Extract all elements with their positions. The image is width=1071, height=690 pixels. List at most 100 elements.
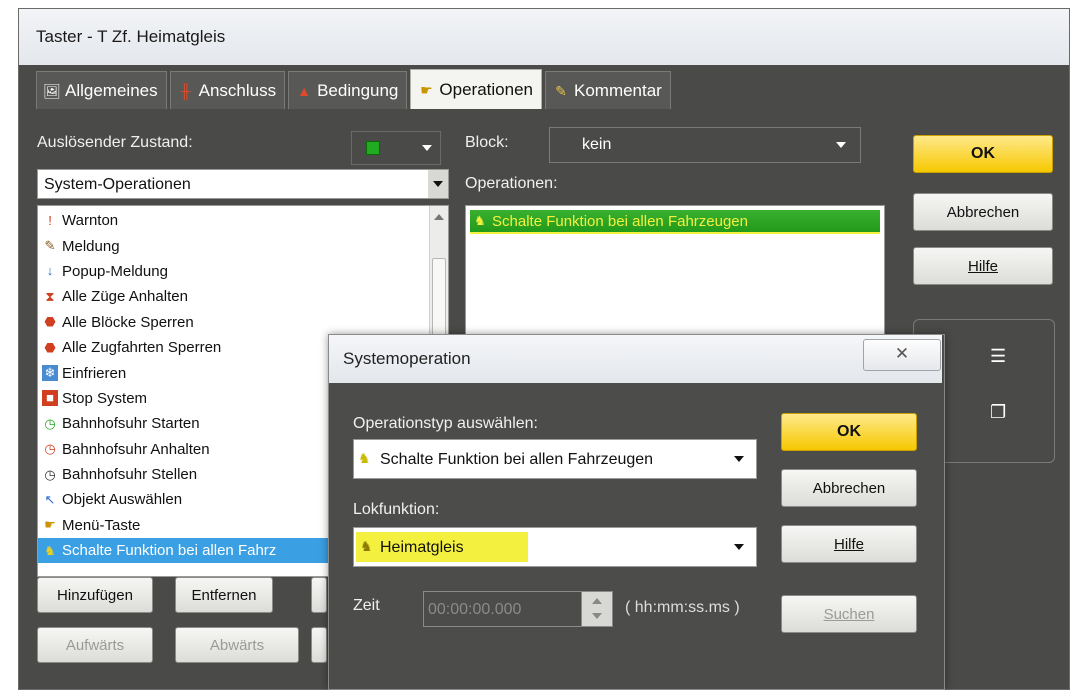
function-icon: ♞: [44, 542, 56, 558]
clock-stop-icon: ◷: [44, 441, 56, 457]
close-icon[interactable]: ✕: [863, 339, 941, 371]
dialog-help-button[interactable]: Hilfe: [781, 525, 917, 563]
block-value: kein: [582, 136, 612, 153]
list-item-label: Alle Blöcke Sperren: [62, 313, 194, 331]
extra-button-partial-2[interactable]: [311, 627, 327, 663]
function-icon: ♞: [358, 450, 371, 466]
lock-routes-icon: ⬣: [44, 339, 56, 355]
optype-value: Schalte Funktion bei allen Fahrzeugen: [380, 451, 654, 468]
list-item-label: Schalte Funktion bei allen Fahrz: [62, 542, 277, 560]
chevron-down-icon: [734, 456, 744, 462]
list-item-popup-meldung[interactable]: ↓ Popup-Meldung: [38, 259, 448, 284]
list-item-label: Warnton: [62, 212, 119, 230]
move-up-button[interactable]: Aufwärts: [37, 627, 153, 663]
list-item-alle-zuege-anhalten[interactable]: ⧗ Alle Züge Anhalten: [38, 284, 448, 309]
lokfunktion-value: Heimatgleis: [380, 539, 464, 556]
function-icon: ♞: [474, 213, 486, 228]
time-value: 00:00:00.000: [428, 601, 522, 618]
tab-allgemeines[interactable]: 🖼 Allgemeines: [36, 71, 167, 109]
copy-icon[interactable]: ❐: [990, 402, 1006, 423]
lokfunktion-select[interactable]: ♞ Heimatgleis: [353, 527, 757, 567]
add-button[interactable]: Hinzufügen: [37, 577, 153, 613]
cancel-button[interactable]: Abbrechen: [913, 193, 1053, 231]
extra-button-partial[interactable]: [311, 577, 327, 613]
list-item-label: Popup-Meldung: [62, 262, 168, 280]
hand-icon: ☛: [420, 81, 433, 98]
chevron-down-icon: [422, 145, 432, 151]
ok-button[interactable]: OK: [913, 135, 1053, 173]
green-state-icon: [366, 141, 380, 155]
tab-label: Bedingung: [317, 80, 399, 100]
systemoperation-dialog: Systemoperation ✕ Operationstyp auswähle…: [328, 334, 945, 690]
chevron-down-icon: [836, 142, 846, 148]
category-value: System-Operationen: [44, 176, 191, 193]
block-select[interactable]: kein: [549, 127, 861, 163]
connector-icon: ╫: [180, 82, 191, 99]
list-item-label: Alle Züge Anhalten: [62, 288, 188, 306]
spin-up-icon[interactable]: [592, 598, 602, 604]
time-spinner[interactable]: [581, 592, 612, 626]
category-select[interactable]: System-Operationen: [37, 169, 449, 199]
operation-row[interactable]: ♞ Schalte Funktion bei allen Fahrzeugen: [470, 210, 880, 234]
list-item-label: Einfrieren: [62, 364, 127, 382]
lock-blocks-icon: ⬣: [44, 314, 56, 330]
tab-bedingung[interactable]: ▲ Bedingung: [288, 71, 408, 109]
list-item-label: Menü-Taste: [62, 516, 141, 534]
pencil-icon: ✎: [44, 238, 56, 254]
list-item-label: Bahnhofsuhr Anhalten: [62, 440, 210, 458]
menu-key-icon: ☛: [44, 517, 56, 533]
dialog-title: Systemoperation: [329, 335, 942, 383]
operations-label: Operationen:: [465, 175, 558, 192]
time-format-hint: ( hh:mm:ss.ms ): [625, 599, 740, 616]
chevron-down-icon: [433, 181, 443, 187]
move-down-button[interactable]: Abwärts: [175, 627, 299, 663]
optype-label: Operationstyp auswählen:: [353, 415, 538, 432]
tab-label: Operationen: [439, 79, 533, 99]
spin-down-icon[interactable]: [592, 613, 602, 619]
help-button[interactable]: Hilfe: [913, 247, 1053, 285]
clock-set-icon: ◷: [44, 466, 56, 482]
list-view-icon[interactable]: ☰: [990, 346, 1006, 367]
list-item-label: Meldung: [62, 237, 120, 255]
cursor-icon: ↖: [44, 491, 56, 507]
tab-operationen[interactable]: ☛ Operationen: [410, 69, 542, 109]
list-item-label: Alle Zugfahrten Sperren: [62, 339, 222, 357]
time-label: Zeit: [353, 597, 380, 614]
clock-start-icon: ◷: [44, 415, 56, 431]
function-icon: ♞: [360, 538, 373, 554]
optype-select[interactable]: ♞ Schalte Funktion bei allen Fahrzeugen: [353, 439, 757, 479]
block-label: Block:: [465, 134, 509, 151]
trigger-state-select[interactable]: [351, 131, 441, 165]
warning-icon: !: [48, 212, 52, 228]
lokfunktion-label: Lokfunktion:: [353, 501, 440, 518]
trigger-state-label: Auslösender Zustand:: [37, 134, 193, 151]
dialog-search-button[interactable]: Suchen: [781, 595, 917, 633]
operation-label: Schalte Funktion bei allen Fahrzeugen: [492, 212, 748, 230]
category-dropdown-button[interactable]: [428, 170, 448, 198]
popup-icon: ↓: [46, 263, 54, 279]
list-item-label: Stop System: [62, 389, 148, 407]
tab-label: Anschluss: [198, 80, 277, 100]
list-item-meldung[interactable]: ✎ Meldung: [38, 233, 448, 258]
tab-anschluss[interactable]: ╫ Anschluss: [169, 71, 286, 109]
list-item-warnton[interactable]: ! Warnton: [38, 208, 448, 233]
tab-kommentar[interactable]: ✎ Kommentar: [544, 71, 671, 109]
image-icon: 🖼: [43, 82, 61, 99]
condition-icon: ▲: [297, 82, 312, 99]
scroll-up-icon[interactable]: [434, 214, 444, 220]
list-item-label: Objekt Auswählen: [62, 491, 183, 509]
list-item-alle-bloecke-sperren[interactable]: ⬣ Alle Blöcke Sperren: [38, 310, 448, 335]
dialog-ok-button[interactable]: OK: [781, 413, 917, 451]
list-item-label: Bahnhofsuhr Starten: [62, 415, 200, 433]
remove-button[interactable]: Entfernen: [175, 577, 273, 613]
note-icon: ✎: [555, 82, 567, 99]
list-item-label: Bahnhofsuhr Stellen: [62, 466, 198, 484]
window-title: Taster - T Zf. Heimatgleis: [19, 9, 1069, 65]
time-input[interactable]: 00:00:00.000: [423, 591, 613, 627]
stop-icon: ■: [42, 390, 58, 407]
tab-bar: 🖼 Allgemeines ╫ Anschluss ▲ Bedingung ☛ …: [36, 69, 674, 109]
operations-list: ♞ Schalte Funktion bei allen Fahrzeugen: [465, 205, 885, 345]
stop-trains-icon: ⧗: [45, 288, 55, 304]
dialog-cancel-button[interactable]: Abbrechen: [781, 469, 917, 507]
chevron-down-icon: [734, 544, 744, 550]
